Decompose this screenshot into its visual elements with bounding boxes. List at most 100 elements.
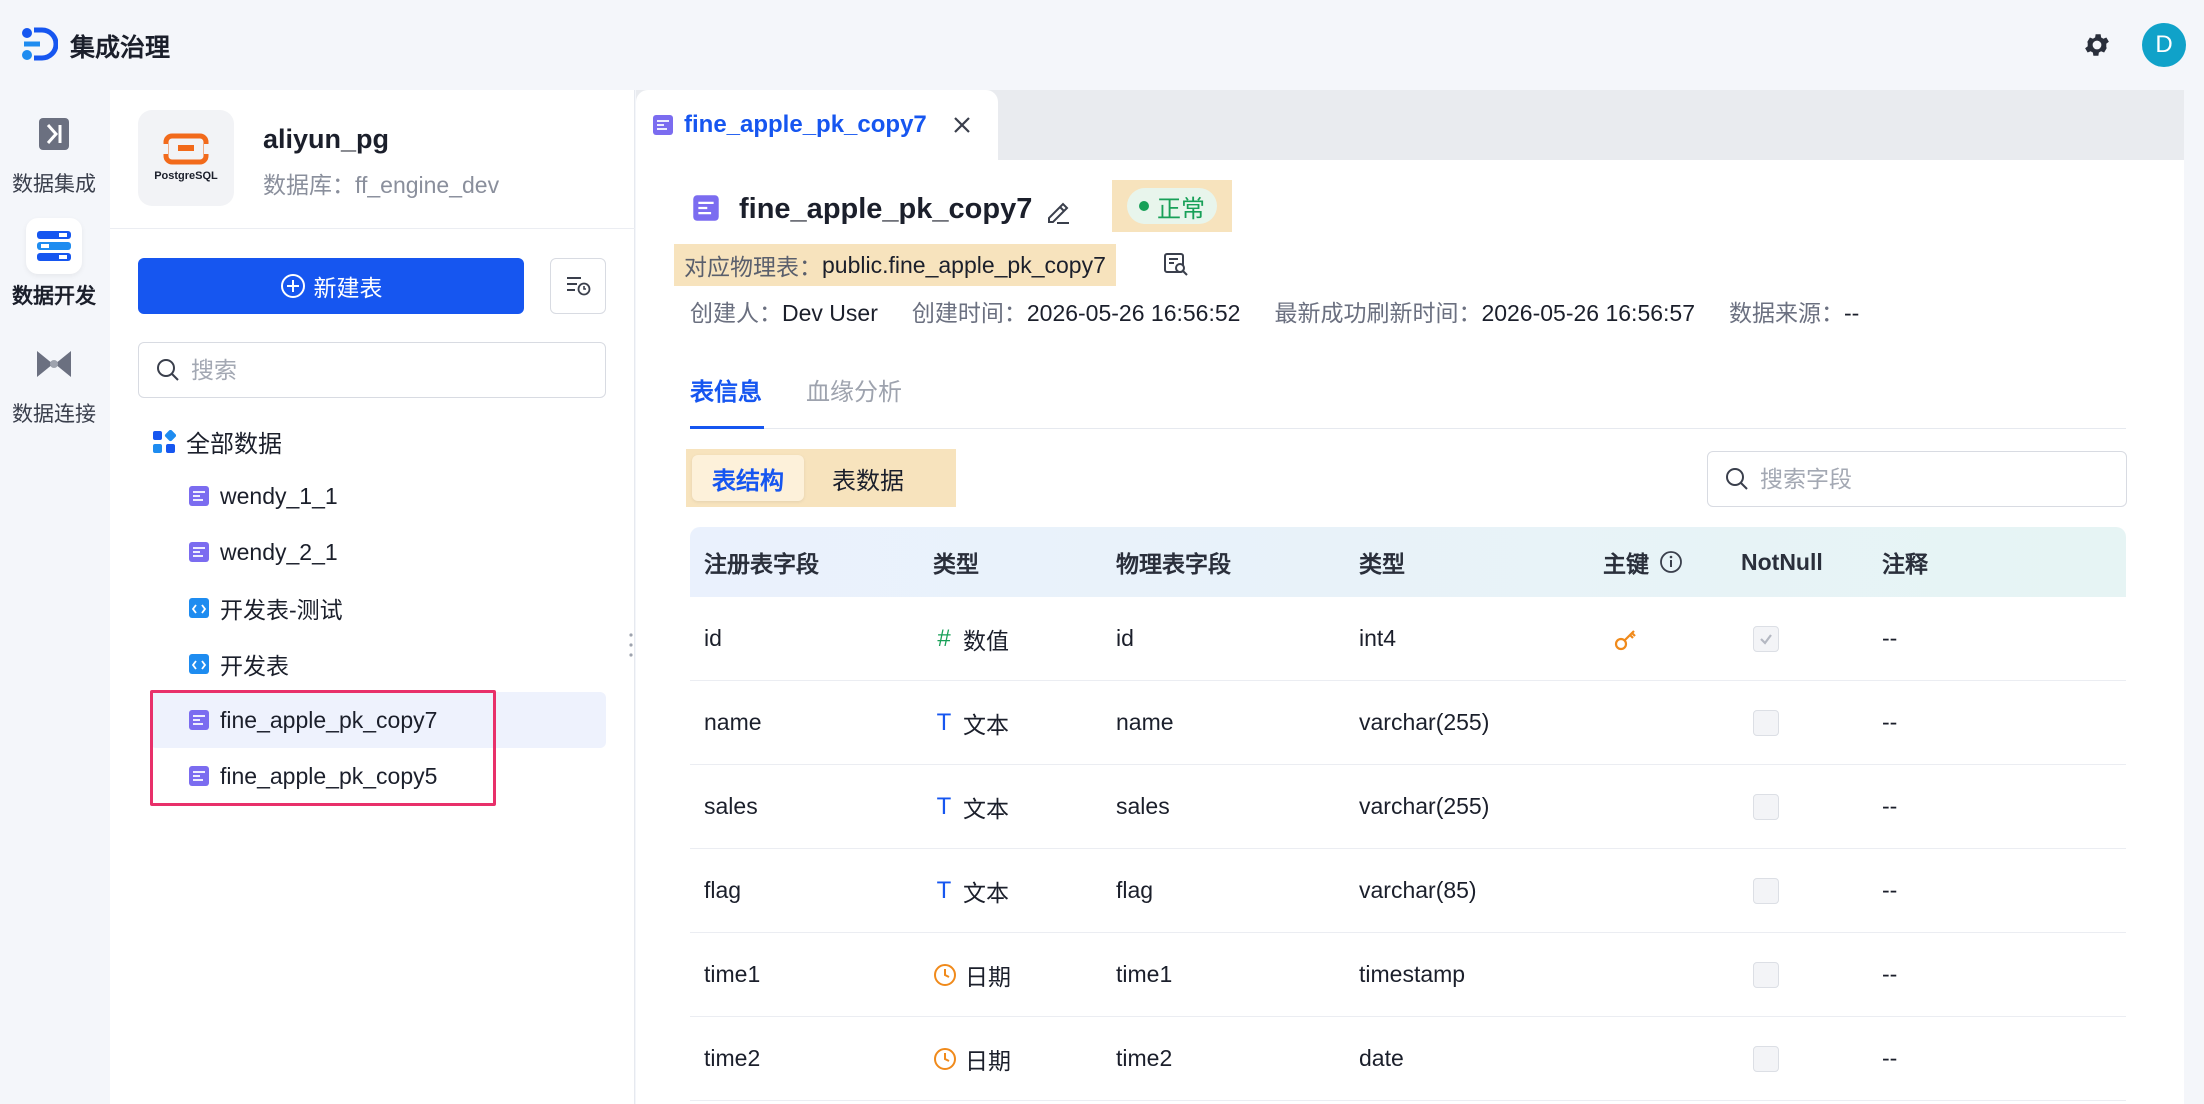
status-highlight: 正常 (1112, 180, 1232, 232)
column-header: 类型 (1359, 551, 1405, 577)
tab-fine-apple-pk-copy7[interactable]: fine_apple_pk_copy7 (636, 90, 998, 160)
tree-root-all-data[interactable]: 全部数据 (152, 424, 282, 459)
notnull-checkbox (1753, 877, 1779, 904)
notnull-checkbox (1753, 709, 1779, 736)
meta-row: 创建人：Dev User 创建时间：2026-05-26 16:56:52 最新… (690, 294, 1859, 328)
table-icon (692, 194, 720, 227)
grid-apps-icon (153, 429, 176, 453)
top-bar: 集成治理 D (0, 0, 2204, 90)
schema-table: 注册表字段 类型 物理表字段 类型 主键 NotNull 注释 id # 数值 i… (690, 527, 2126, 1101)
tab-underline (690, 426, 764, 429)
column-header: 注释 (1882, 551, 1928, 577)
code-table-icon (189, 654, 209, 674)
info-icon[interactable] (1659, 550, 1683, 574)
physical-table-value: public.fine_apple_pk_copy7 (822, 251, 1106, 278)
data-connection-icon (26, 336, 82, 392)
data-development-icon (26, 218, 82, 274)
search-box (138, 342, 606, 398)
text-type-icon: T (936, 876, 952, 904)
filter-clock-icon (567, 277, 591, 296)
filter-history-button[interactable] (550, 258, 606, 314)
search-input[interactable] (191, 356, 571, 384)
meta-data-source: 数据来源：-- (1729, 300, 1860, 326)
notnull-checkbox (1753, 961, 1779, 988)
column-header-primary-key: 主键 (1603, 545, 1741, 579)
postgresql-logo-text: PostgreSQL (154, 170, 218, 182)
code-table-icon (189, 598, 209, 618)
segment-table-structure[interactable]: 表结构 (692, 455, 804, 501)
text-type-icon: T (936, 792, 952, 820)
tree-item-dev-table[interactable]: 开发表 (150, 636, 606, 692)
table-row: time2 日期 time2 date -- (690, 1017, 2126, 1101)
close-icon[interactable] (951, 114, 973, 136)
physical-table-label: 对应物理表： (684, 254, 822, 280)
tree-item-label: wendy_2_1 (220, 538, 338, 565)
table-header: 注册表字段 类型 物理表字段 类型 主键 NotNull 注释 (690, 527, 2126, 597)
app-logo-icon (18, 24, 59, 64)
datasource-database: 数据库：ff_engine_dev (263, 172, 500, 198)
meta-refresh-time: 最新成功刷新时间：2026-05-26 16:56:57 (1274, 300, 1696, 326)
tab-lineage-analysis[interactable]: 血缘分析 (806, 372, 902, 407)
divider (690, 428, 2126, 429)
new-table-button[interactable]: 新建表 (138, 258, 524, 314)
segment-control: 表结构 表数据 (686, 449, 956, 507)
table-row: name T 文本 name varchar(255) -- (690, 681, 2126, 765)
column-header: 物理表字段 (1116, 551, 1231, 577)
meta-creator: 创建人：Dev User (690, 300, 878, 326)
plus-circle-icon (280, 274, 305, 298)
rail-item-data-development[interactable]: 数据开发 (0, 218, 108, 310)
table-icon (189, 486, 209, 506)
table-row: sales T 文本 sales varchar(255) -- (690, 765, 2126, 849)
locate-table-icon[interactable] (1163, 251, 1189, 282)
search-icon (1726, 468, 1748, 490)
table-row: id # 数值 id int4 -- (690, 597, 2126, 681)
tree-item-wendy-1-1[interactable]: wendy_1_1 (150, 468, 606, 524)
postgresql-logo-icon: PostgreSQL (138, 110, 234, 206)
segment-table-data[interactable]: 表数据 (812, 455, 924, 501)
tree-item-label: 开发表-测试 (220, 597, 343, 623)
column-header: NotNull (1741, 548, 1823, 575)
meta-created-time: 创建时间：2026-05-26 16:56:52 (911, 300, 1241, 326)
column-header: 注册表字段 (704, 551, 819, 577)
notnull-checkbox (1753, 1045, 1779, 1072)
status-dot (1139, 201, 1149, 211)
clock-type-icon (934, 1047, 956, 1070)
status-badge: 正常 (1127, 188, 1217, 224)
datasource-panel: PostgreSQL aliyun_pg 数据库：ff_engine_dev 新… (110, 90, 635, 1104)
tree-root-label: 全部数据 (186, 431, 282, 458)
tree-item-wendy-2-1[interactable]: wendy_2_1 (150, 524, 606, 580)
physical-table-row: 对应物理表： public.fine_apple_pk_copy7 (674, 244, 1116, 286)
avatar[interactable]: D (2142, 23, 2186, 67)
gear-icon[interactable] (2082, 30, 2112, 60)
tree-item-dev-table-test[interactable]: 开发表-测试 (150, 580, 606, 636)
key-icon (1614, 629, 1636, 650)
column-header: 类型 (933, 551, 979, 577)
data-integration-icon (26, 106, 82, 162)
table-row: flag T 文本 flag varchar(85) -- (690, 849, 2126, 933)
notnull-checkbox-checked (1753, 625, 1779, 652)
check-icon (1760, 633, 1772, 645)
datasource-name: aliyun_pg (263, 124, 390, 154)
status-text: 正常 (1157, 195, 1205, 223)
rail-item-data-integration[interactable]: 数据集成 (0, 106, 108, 198)
number-type-icon: # (937, 624, 951, 652)
app-title: 集成治理 (70, 34, 171, 62)
divider (110, 228, 635, 229)
tab-label: fine_apple_pk_copy7 (684, 111, 927, 138)
tree-item-label: 开发表 (220, 653, 289, 679)
table-row: time1 日期 time1 timestamp -- (690, 933, 2126, 1017)
notnull-checkbox (1753, 793, 1779, 820)
new-table-label: 新建表 (313, 275, 383, 301)
text-type-icon: T (936, 708, 952, 736)
table-icon (189, 542, 209, 562)
field-search-box (1707, 451, 2127, 507)
page-title: fine_apple_pk_copy7 (739, 193, 1033, 225)
rail-item-data-connection[interactable]: 数据连接 (0, 336, 108, 428)
edit-icon[interactable] (1043, 196, 1073, 231)
field-search-input[interactable] (1760, 465, 2100, 493)
tab-table-info[interactable]: 表信息 (690, 372, 762, 407)
table-icon (653, 115, 673, 135)
search-icon (157, 359, 179, 381)
selection-highlight-box (150, 690, 496, 806)
tree-item-label: wendy_1_1 (220, 482, 338, 509)
